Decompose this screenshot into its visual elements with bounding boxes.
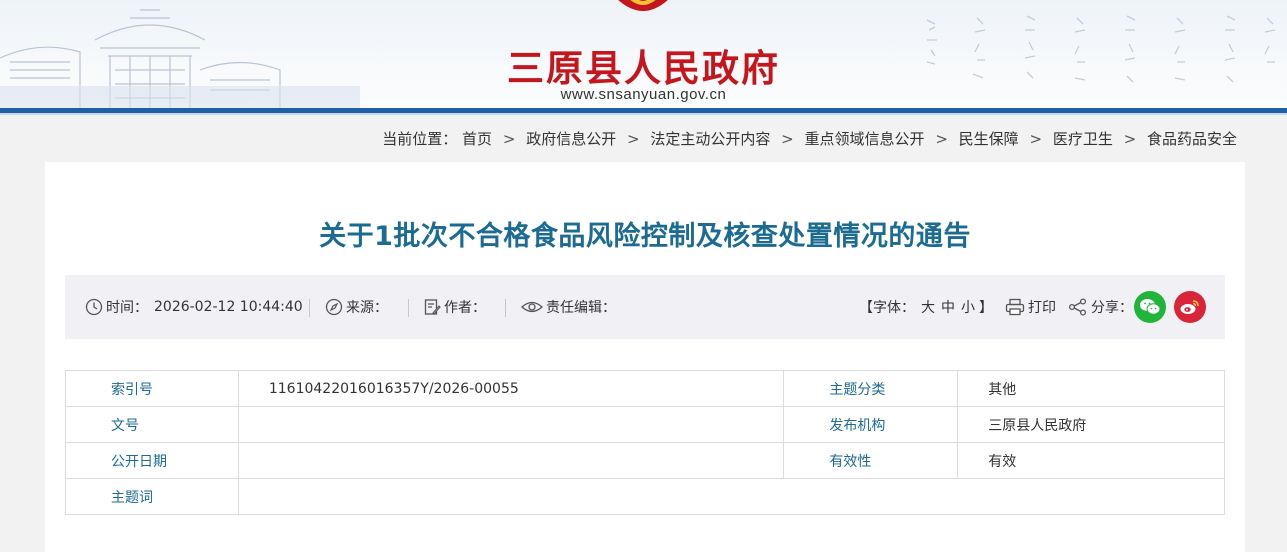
breadcrumb-separator: > bbox=[781, 130, 794, 148]
site-url[interactable]: www.snsanyuan.gov.cn bbox=[0, 86, 1287, 103]
breadcrumb-livelihood[interactable]: 民生保障 bbox=[959, 128, 1019, 149]
meta-divider bbox=[408, 299, 409, 317]
breadcrumb-key-areas[interactable]: 重点领域信息公开 bbox=[805, 128, 925, 149]
meta-time: 时间： 2026-02-12 10:44:40 bbox=[85, 275, 303, 339]
validity-value: 有效 bbox=[957, 442, 1225, 479]
publisher-label: 发布机构 bbox=[783, 406, 959, 443]
meta-divider bbox=[309, 299, 310, 317]
index-number-value: 11610422016016357Y/2026-00055 bbox=[237, 370, 785, 407]
font-small-button[interactable]: 小 bbox=[961, 297, 975, 317]
font-size-label: 【字体： bbox=[859, 300, 915, 316]
table-row: 索引号 11610422016016357Y/2026-00055 主题分类 其… bbox=[65, 370, 1225, 407]
keywords-value bbox=[237, 478, 1226, 515]
breadcrumb-separator: > bbox=[502, 130, 516, 148]
time-value: 2026-02-12 10:44:40 bbox=[154, 299, 303, 315]
weibo-icon bbox=[1180, 300, 1199, 314]
share-icon bbox=[1068, 298, 1087, 316]
table-row: 主题词 bbox=[65, 478, 1226, 515]
clock-icon bbox=[85, 298, 103, 316]
table-row: 公开日期 有效性 有效 bbox=[65, 442, 1225, 479]
publish-date-value bbox=[237, 442, 785, 479]
article-meta-bar: 时间： 2026-02-12 10:44:40 来源： 作者： 责任编辑： 【字… bbox=[65, 275, 1225, 339]
info-table: 索引号 11610422016016357Y/2026-00055 主题分类 其… bbox=[65, 370, 1226, 515]
meta-source: 来源： bbox=[325, 275, 388, 339]
site-name[interactable]: 三原县人民政府 bbox=[0, 38, 1287, 92]
printer-icon bbox=[1005, 298, 1025, 316]
breadcrumb-statutory[interactable]: 法定主动公开内容 bbox=[650, 128, 770, 149]
document-number-label: 文号 bbox=[65, 406, 239, 443]
print-button[interactable]: 打印 bbox=[1005, 275, 1056, 339]
font-size-control: 【字体： 大 中 小 】 bbox=[859, 275, 993, 339]
wechat-icon bbox=[1140, 299, 1161, 315]
author-label: 作者： bbox=[444, 300, 486, 316]
breadcrumb-separator: > bbox=[1123, 130, 1137, 148]
index-number-label: 索引号 bbox=[65, 370, 239, 407]
header-stripe-light bbox=[0, 113, 1287, 115]
breadcrumb-separator: > bbox=[627, 130, 640, 148]
compass-icon bbox=[325, 298, 343, 316]
breadcrumb-health[interactable]: 医疗卫生 bbox=[1053, 128, 1113, 149]
topic-category-label: 主题分类 bbox=[783, 370, 959, 407]
share-label: 分享： bbox=[1091, 300, 1133, 316]
breadcrumb-prefix: 当前位置： bbox=[382, 130, 458, 148]
table-row: 文号 发布机构 三原县人民政府 bbox=[65, 406, 1225, 443]
keywords-label: 主题词 bbox=[65, 478, 239, 515]
eye-icon bbox=[521, 301, 543, 313]
breadcrumb-home[interactable]: 首页 bbox=[462, 128, 492, 149]
validity-label: 有效性 bbox=[783, 442, 959, 479]
print-label: 打印 bbox=[1028, 300, 1056, 316]
editor-label: 责任编辑： bbox=[546, 300, 616, 316]
publisher-value: 三原县人民政府 bbox=[957, 406, 1225, 443]
share-weibo-button[interactable] bbox=[1174, 291, 1206, 323]
article-title: 关于1批次不合格食品风险控制及核查处置情况的通告 bbox=[319, 221, 971, 252]
font-size-close: 】 bbox=[979, 300, 993, 316]
font-large-button[interactable]: 大 bbox=[921, 297, 935, 317]
national-emblem-icon bbox=[618, 0, 668, 11]
pen-icon bbox=[424, 299, 441, 315]
meta-divider bbox=[505, 299, 506, 317]
document-number-value bbox=[237, 406, 785, 443]
font-medium-button[interactable]: 中 bbox=[941, 297, 955, 317]
meta-author: 作者： bbox=[423, 275, 486, 339]
time-label: 时间： bbox=[106, 300, 148, 316]
breadcrumb-separator: > bbox=[935, 130, 948, 148]
breadcrumb-separator: > bbox=[1029, 130, 1043, 148]
publish-date-label: 公开日期 bbox=[65, 442, 239, 479]
share-wechat-button[interactable] bbox=[1134, 291, 1166, 323]
breadcrumb-gov-info[interactable]: 政府信息公开 bbox=[526, 128, 616, 149]
share-control: 分享： bbox=[1068, 275, 1133, 339]
topic-category-value: 其他 bbox=[957, 370, 1225, 407]
breadcrumb-food-drug[interactable]: 食品药品安全 bbox=[1147, 128, 1237, 149]
meta-editor: 责任编辑： bbox=[521, 275, 616, 339]
breadcrumb: 当前位置： 首页 > 政府信息公开 > 法定主动公开内容 > 重点领域信息公开 … bbox=[382, 128, 1237, 149]
header-banner: 三原县人民政府 www.snsanyuan.gov.cn bbox=[0, 0, 1287, 108]
article-panel: 关于1批次不合格食品风险控制及核查处置情况的通告 时间： 2026-02-12 … bbox=[45, 162, 1245, 552]
source-label: 来源： bbox=[346, 300, 388, 316]
